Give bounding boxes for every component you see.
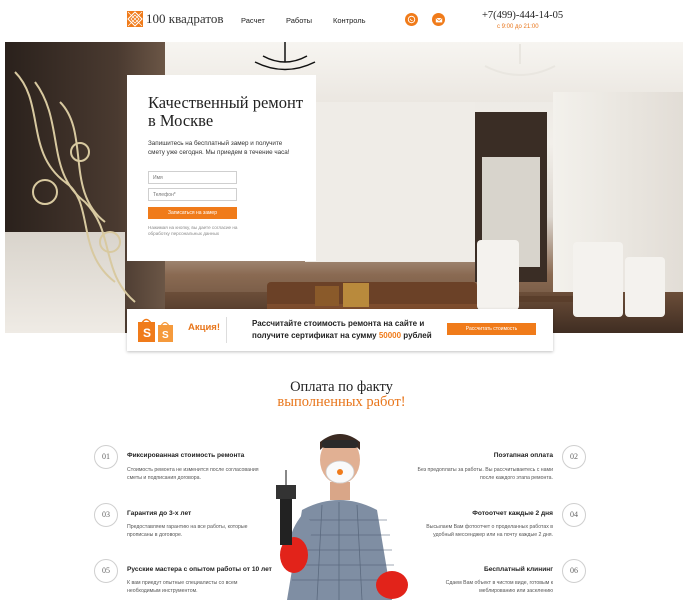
phone-number[interactable]: +7(499)-444-14-05	[482, 10, 563, 21]
feature-description: Сдаем Вам объект в чистом виде, готовым …	[445, 580, 553, 594]
promo-label: Акция!	[188, 322, 221, 333]
nav-item-raboty[interactable]: Работы	[286, 16, 312, 25]
hero-photo-chair	[573, 242, 623, 317]
booking-form-card: Качественный ремонт в Москве Запишитесь …	[127, 75, 316, 261]
site-header: 100 квадратов Расчет Работы Контроль +7(…	[0, 0, 683, 42]
promo-text-after: рублей	[401, 331, 432, 340]
consent-note: Нажимая на кнопку, вы даете согласие на …	[148, 225, 238, 236]
feature-number: 06	[562, 559, 586, 583]
nav-item-kontrol[interactable]: Контроль	[333, 16, 366, 25]
name-input[interactable]	[148, 171, 237, 184]
feature-title: Поэтапная оплата	[493, 452, 553, 459]
calculate-cost-button[interactable]: Рассчитать стоимость	[447, 323, 536, 335]
hero-photo-wall	[305, 102, 475, 262]
feature-description: К вам приедут опытные специалисты со все…	[127, 580, 238, 594]
feature-number: 04	[562, 503, 586, 527]
svg-text:S: S	[143, 326, 151, 340]
worker-illustration	[276, 434, 408, 600]
hero-section	[5, 42, 683, 333]
form-subtitle: Запишитесь на бесплатный замер и получит…	[148, 140, 290, 156]
logo-icon	[127, 11, 143, 27]
promo-amount: 50000	[378, 331, 402, 340]
promo-text: Рассчитайте стоимость ремонта на сайте и…	[252, 318, 452, 342]
feature-number: 03	[94, 503, 118, 527]
hero-photo-chair	[477, 240, 519, 310]
whatsapp-icon[interactable]	[405, 13, 418, 26]
feature-title: Фотоотчет каждые 2 дня	[472, 510, 553, 517]
logo[interactable]: 100 квадратов	[127, 11, 224, 27]
promo-divider	[226, 317, 227, 343]
section-title-accent: выполненных работ!	[277, 394, 406, 410]
logo-text: 100 квадратов	[146, 11, 224, 26]
feature-title: Фиксированная стоимость ремонта	[127, 452, 245, 459]
svg-text:S: S	[162, 330, 169, 341]
submit-measure-button[interactable]: Записаться на замер	[148, 207, 237, 219]
feature-title: Бесплатный клининг	[484, 566, 553, 573]
feature-description: Предоставляем гарантию на все работы, ко…	[127, 524, 248, 538]
feature-title: Русские мастера с опытом работы от 10 ле…	[127, 566, 272, 573]
mail-icon[interactable]	[432, 13, 445, 26]
shopping-bag-icon: S S	[138, 318, 173, 342]
form-title: Качественный ремонт в Москве	[148, 93, 304, 130]
hero-photo-pillow	[343, 283, 369, 307]
working-hours: с 9:00 до 21:00	[497, 24, 539, 30]
hero-photo-pillow	[315, 286, 339, 306]
promo-banner: S S Акция! Рассчитайте стоимость ремонта…	[127, 309, 553, 351]
feature-title: Гарантия до 3-х лет	[127, 510, 192, 517]
feature-number: 01	[94, 445, 118, 469]
hero-photo-chair	[625, 257, 665, 317]
feature-description: Без предоплаты за работы. Вы рассчитывае…	[417, 467, 553, 481]
chandelier-icon	[484, 44, 556, 76]
nav-item-raschet[interactable]: Расчет	[241, 16, 265, 25]
feature-number: 02	[562, 445, 586, 469]
feature-description: Стоимость ремонта не изменится после сог…	[127, 467, 259, 481]
feature-description: Высылаем Вам фотоотчет о проделанных раб…	[426, 524, 553, 538]
phone-input[interactable]	[148, 188, 237, 201]
feature-number: 05	[94, 559, 118, 583]
